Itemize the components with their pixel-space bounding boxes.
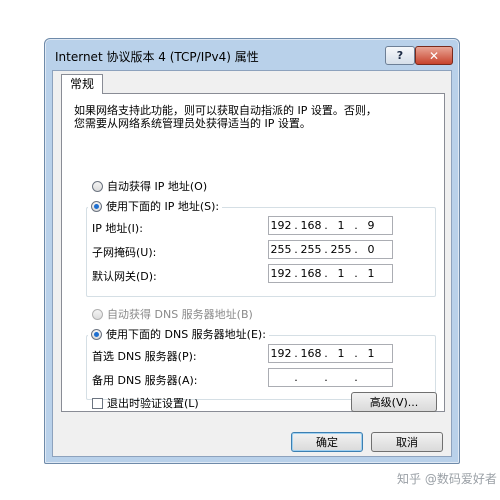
auto-dns-radio — [92, 308, 103, 320]
manual-dns-radio[interactable] — [91, 328, 102, 340]
validate-on-exit-label: 退出时验证设置(L) — [107, 397, 199, 410]
ip-address-label: IP 地址(I): — [92, 222, 143, 235]
window-title: Internet 协议版本 4 (TCP/IPv4) 属性 — [55, 50, 259, 64]
ip-octet: 192 — [270, 267, 292, 280]
auto-dns-radio-row: 自动获得 DNS 服务器地址(B) — [92, 306, 253, 322]
auto-dns-label: 自动获得 DNS 服务器地址(B) — [107, 308, 253, 321]
manual-ip-label: 使用下面的 IP 地址(S): — [106, 200, 220, 213]
ip-octet: 9 — [367, 219, 375, 232]
ip-octet: 1 — [337, 267, 345, 280]
alternate-dns-input[interactable]: . . . — [268, 368, 393, 387]
validate-on-exit-row[interactable]: 退出时验证设置(L) — [92, 395, 199, 411]
preferred-dns-input[interactable]: 192. 168. 1. 1 — [268, 344, 393, 363]
title-bar[interactable]: Internet 协议版本 4 (TCP/IPv4) 属性 ? ✕ — [45, 39, 459, 73]
cancel-button[interactable]: 取消 — [371, 432, 443, 452]
ip-octet: 192 — [270, 347, 292, 360]
manual-ip-radio[interactable] — [91, 200, 102, 212]
preferred-dns-label: 首选 DNS 服务器(P): — [92, 350, 197, 363]
watermark: 知乎 @数码爱好者 — [397, 472, 497, 486]
subnet-mask-label: 子网掩码(U): — [92, 246, 157, 259]
default-gateway-label: 默认网关(D): — [92, 270, 157, 283]
ip-octet: 1 — [367, 347, 375, 360]
close-button[interactable]: ✕ — [415, 46, 453, 65]
ip-octet: 255 — [300, 243, 322, 256]
close-icon: ✕ — [428, 48, 440, 63]
ip-octet: 255 — [330, 243, 352, 256]
ip-octet: 255 — [270, 243, 292, 256]
ip-octet: 1 — [337, 219, 345, 232]
ip-octet: 0 — [367, 243, 375, 256]
auto-ip-label: 自动获得 IP 地址(O) — [107, 180, 208, 193]
dot: . — [354, 371, 358, 384]
ip-octet: 1 — [367, 267, 375, 280]
tab-panel-general: 如果网络支持此功能，则可以获取自动指派的 IP 设置。否则， 您需要从网络系统管… — [61, 93, 445, 412]
help-icon: ? — [396, 49, 404, 62]
dot: . — [324, 371, 328, 384]
manual-dns-label: 使用下面的 DNS 服务器地址(E): — [106, 328, 266, 341]
manual-ip-radio-row[interactable]: 使用下面的 IP 地址(S): — [88, 198, 223, 214]
dialog-client: 常规 如果网络支持此功能，则可以获取自动指派的 IP 设置。否则， 您需要从网络… — [52, 70, 452, 457]
ip-octet: 1 — [337, 347, 345, 360]
ip-octet: 192 — [270, 219, 292, 232]
help-button[interactable]: ? — [385, 46, 415, 65]
dialog-window: Internet 协议版本 4 (TCP/IPv4) 属性 ? ✕ 常规 如果网… — [44, 38, 460, 464]
ip-octet: 168 — [300, 219, 322, 232]
auto-ip-radio-row[interactable]: 自动获得 IP 地址(O) — [92, 178, 207, 194]
validate-on-exit-checkbox[interactable] — [92, 397, 103, 409]
subnet-mask-input[interactable]: 255. 255. 255. 0 — [268, 240, 393, 259]
description-line-2: 您需要从网络系统管理员处获得适当的 IP 设置。 — [74, 117, 311, 130]
description-line-1: 如果网络支持此功能，则可以获取自动指派的 IP 设置。否则， — [74, 104, 377, 117]
manual-dns-radio-row[interactable]: 使用下面的 DNS 服务器地址(E): — [88, 326, 269, 342]
ok-button[interactable]: 确定 — [291, 432, 363, 452]
auto-ip-radio[interactable] — [92, 180, 103, 192]
ip-address-input[interactable]: 192. 168. 1. 9 — [268, 216, 393, 235]
default-gateway-input[interactable]: 192. 168. 1. 1 — [268, 264, 393, 283]
description-text: 如果网络支持此功能，则可以获取自动指派的 IP 设置。否则， 您需要从网络系统管… — [74, 104, 434, 130]
ip-octet: 168 — [300, 347, 322, 360]
dot: . — [294, 371, 298, 384]
ip-octet: 168 — [300, 267, 322, 280]
tab-general[interactable]: 常规 — [61, 74, 104, 94]
advanced-button[interactable]: 高级(V)... — [351, 392, 437, 412]
alternate-dns-label: 备用 DNS 服务器(A): — [92, 374, 198, 387]
